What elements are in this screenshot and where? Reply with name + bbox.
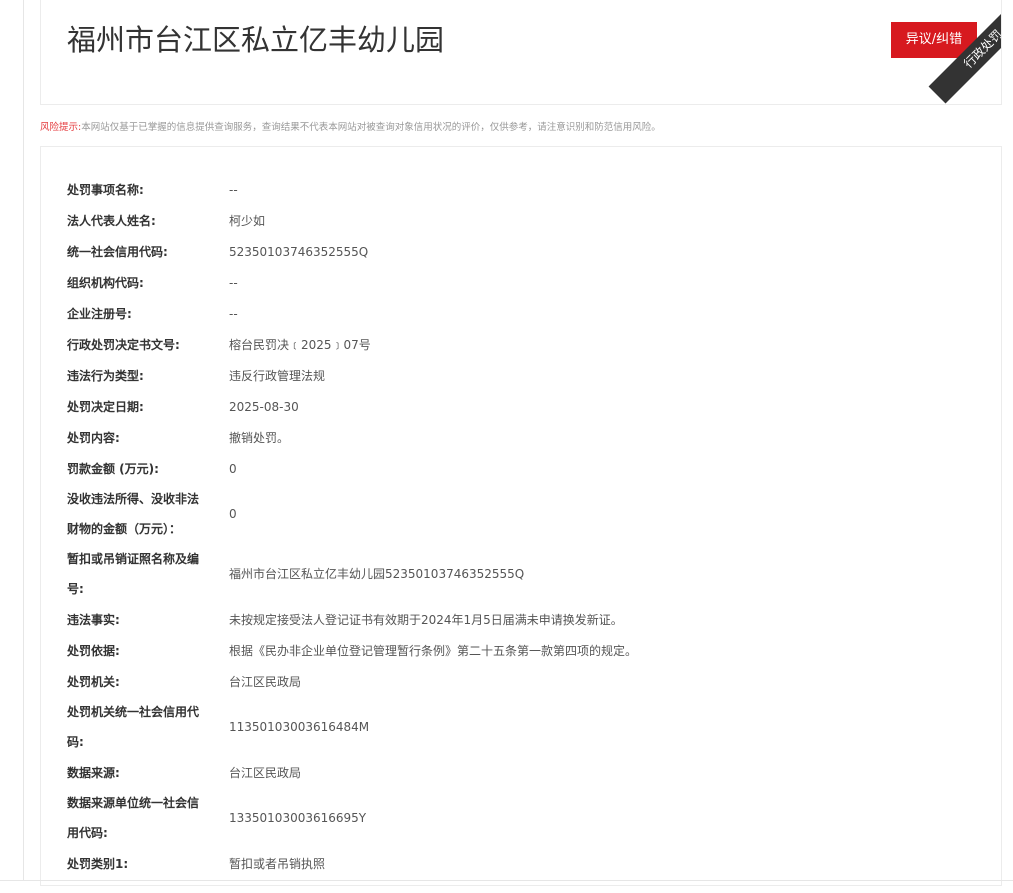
detail-label: 处罚内容: [67, 430, 120, 445]
penalty-detail-card: 处罚事项名称: -- 法人代表人姓名: 柯少如 统一社会信用代码: 523501… [40, 146, 1002, 886]
detail-row-decision-date: 处罚决定日期: 2025-08-30 [41, 391, 1001, 422]
detail-list: 处罚事项名称: -- 法人代表人姓名: 柯少如 统一社会信用代码: 523501… [41, 174, 1001, 879]
detail-value: 柯少如 [229, 213, 266, 228]
detail-row-penalty-item-name: 处罚事项名称: -- [41, 174, 1001, 205]
bottom-divider [0, 880, 1013, 881]
detail-row-legal-representative: 法人代表人姓名: 柯少如 [41, 205, 1001, 236]
detail-value: 11350103003616484M [229, 720, 370, 734]
detail-label: 处罚机关: [67, 674, 120, 689]
detail-label: 暂扣或吊销证照名称及编号: [67, 552, 200, 596]
page: 福州市台江区私立亿丰幼儿园 异议/纠错 行政处罚 风险提示:本网站仅基于已掌握的… [0, 0, 1013, 893]
detail-row-penalty-content: 处罚内容: 撤销处罚。 [41, 422, 1001, 453]
detail-value: -- [229, 306, 238, 321]
detail-row-fine-amount: 罚款金额 (万元): 0 [41, 453, 1001, 484]
detail-label: 法人代表人姓名: [67, 213, 156, 228]
detail-label: 处罚决定日期: [67, 399, 144, 414]
detail-row-organization-code: 组织机构代码: -- [41, 267, 1001, 298]
detail-value: 福州市台江区私立亿丰幼儿园52350103746352555Q [229, 567, 525, 581]
detail-label: 统一社会信用代码: [67, 244, 168, 259]
page-title: 福州市台江区私立亿丰幼儿园 [67, 23, 445, 57]
detail-row-penalty-authority: 处罚机关: 台江区民政局 [41, 666, 1001, 697]
detail-label: 企业注册号: [67, 306, 132, 321]
header-card: 福州市台江区私立亿丰幼儿园 异议/纠错 行政处罚 [40, 0, 1002, 105]
detail-label: 处罚类别1: [67, 856, 129, 871]
detail-label: 违法行为类型: [67, 368, 144, 383]
risk-notice-label: 风险提示: [40, 122, 82, 133]
detail-label: 数据来源: [67, 765, 120, 780]
detail-label: 数据来源单位统一社会信用代码: [67, 796, 200, 840]
detail-value: 暂扣或者吊销执照 [229, 856, 326, 871]
detail-value: -- [229, 182, 238, 197]
detail-row-credit-code: 统一社会信用代码: 52350103746352555Q [41, 236, 1001, 267]
detail-value: 52350103746352555Q [229, 244, 369, 259]
detail-row-data-source-credit-code: 数据来源单位统一社会信用代码: 13350103003616695Y [41, 788, 1001, 848]
risk-notice-text: 本网站仅基于已掌握的信息提供查询服务，查询结果不代表本网站对被查询对象信用状况的… [81, 122, 661, 133]
detail-row-confiscated-amount: 没收违法所得、没收非法财物的金额（万元）： 0 [41, 484, 1001, 544]
detail-row-penalty-category-1: 处罚类别1: 暂扣或者吊销执照 [41, 848, 1001, 879]
detail-label: 违法事实: [67, 612, 120, 627]
detail-value: 台江区民政局 [229, 674, 302, 689]
detail-value: 13350103003616695Y [229, 811, 367, 825]
detail-label: 处罚依据: [67, 643, 120, 658]
detail-row-penalty-basis: 处罚依据: 根据《民办非企业单位登记管理暂行条例》第二十五条第一款第四项的规定。 [41, 635, 1001, 666]
detail-value: 榕台民罚决﹝2025﹞07号 [229, 337, 371, 352]
detail-row-violation-type: 违法行为类型: 违反行政管理法规 [41, 360, 1001, 391]
detail-label: 没收违法所得、没收非法财物的金额（万元）： [67, 492, 200, 536]
detail-value: -- [229, 275, 238, 290]
detail-value: 违反行政管理法规 [229, 368, 326, 383]
detail-row-authority-credit-code: 处罚机关统一社会信用代码: 11350103003616484M [41, 697, 1001, 757]
risk-notice: 风险提示:本网站仅基于已掌握的信息提供查询服务，查询结果不代表本网站对被查询对象… [40, 121, 661, 135]
detail-value: 撤销处罚。 [229, 430, 290, 445]
detail-row-decision-document-number: 行政处罚决定书文号: 榕台民罚决﹝2025﹞07号 [41, 329, 1001, 360]
detail-label: 罚款金额 (万元): [67, 461, 159, 476]
detail-label: 处罚事项名称: [67, 182, 144, 197]
left-divider [23, 0, 24, 880]
detail-row-violation-facts: 违法事实: 未按规定接受法人登记证书有效期于2024年1月5日届满未申请换发新证… [41, 604, 1001, 635]
detail-label: 处罚机关统一社会信用代码: [67, 705, 200, 749]
detail-row-data-source: 数据来源: 台江区民政局 [41, 757, 1001, 788]
detail-label: 组织机构代码: [67, 275, 144, 290]
detail-value: 0 [229, 461, 237, 476]
detail-row-suspended-license: 暂扣或吊销证照名称及编号: 福州市台江区私立亿丰幼儿园5235010374635… [41, 544, 1001, 604]
detail-value: 根据《民办非企业单位登记管理暂行条例》第二十五条第一款第四项的规定。 [229, 643, 638, 658]
detail-value: 未按规定接受法人登记证书有效期于2024年1月5日届满未申请换发新证。 [229, 612, 623, 627]
detail-value: 2025-08-30 [229, 399, 299, 414]
detail-label: 行政处罚决定书文号: [67, 337, 180, 352]
detail-row-registration-number: 企业注册号: -- [41, 298, 1001, 329]
detail-value: 台江区民政局 [229, 765, 302, 780]
detail-value: 0 [229, 507, 237, 521]
